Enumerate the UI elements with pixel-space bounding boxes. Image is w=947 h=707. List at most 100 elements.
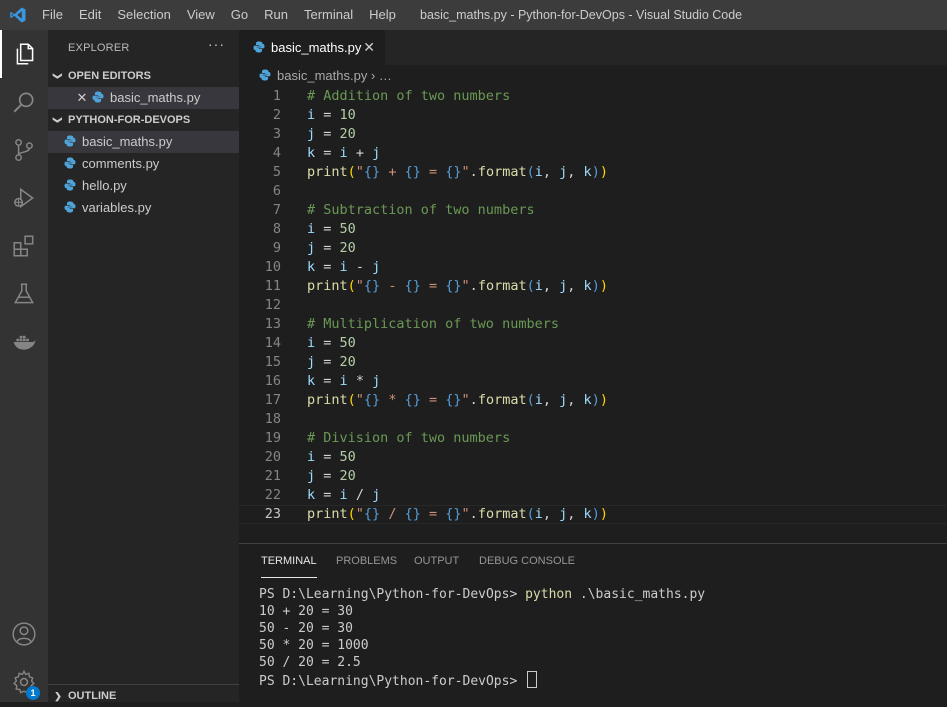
code-number: 50 (339, 335, 356, 351)
tab-label: basic_maths.py (271, 40, 362, 55)
tab-debug-console[interactable]: DEBUG CONSOLE (479, 544, 575, 578)
file-item-comments[interactable]: comments.py (48, 153, 239, 175)
code-line: 9j = 20 (239, 239, 947, 258)
editor-tabs: basic_maths.py ✕ (239, 30, 947, 65)
chevron-right-icon: ❯ (54, 691, 62, 701)
run-debug-icon[interactable] (0, 174, 48, 222)
line-number: 20 (264, 449, 281, 465)
search-icon[interactable] (0, 78, 48, 126)
code-number: 20 (339, 468, 356, 484)
code-line: 18 (239, 410, 947, 429)
file-label: variables.py (82, 200, 152, 215)
tab-terminal[interactable]: TERMINAL (261, 544, 317, 578)
file-item-hello[interactable]: hello.py (48, 175, 239, 197)
outline-label: OUTLINE (68, 690, 117, 702)
file-label: comments.py (82, 156, 160, 171)
line-number: 9 (272, 240, 281, 256)
code-operator: * (355, 373, 364, 389)
close-icon[interactable]: ✕ (74, 87, 90, 109)
line-number: 1 (272, 88, 281, 104)
open-editors-section[interactable]: ❯ OPEN EDITORS (48, 65, 239, 87)
line-number: 4 (272, 145, 281, 161)
code-number: 20 (339, 126, 356, 142)
code-editor[interactable]: 1 # Addition of two numbers 2i = 10 3j = … (239, 87, 947, 527)
terminal-cursor (527, 671, 538, 688)
line-number: 22 (264, 487, 281, 503)
chevron-down-icon: ❯ (53, 72, 63, 80)
code-operator: - (355, 259, 364, 275)
docker-icon[interactable] (0, 318, 48, 366)
tab-output[interactable]: OUTPUT (414, 544, 459, 578)
code-line: 16 k = i * j (239, 372, 947, 391)
testing-icon[interactable] (0, 270, 48, 318)
code-line: 11 print("{} - {} = {}".format(i, j, k)) (239, 277, 947, 296)
terminal-prompt: PS D:\Learning\Python-for-DevOps> (259, 674, 518, 689)
tab-problems[interactable]: PROBLEMS (336, 544, 397, 578)
line-number: 2 (272, 107, 281, 123)
terminal-line: PS D:\Learning\Python-for-DevOps> python… (259, 586, 705, 603)
python-file-icon (64, 198, 76, 213)
file-item-basic-maths[interactable]: basic_maths.py (48, 131, 239, 153)
code-line: 10 k = i - j (239, 258, 947, 277)
close-icon[interactable]: ✕ (363, 30, 375, 65)
line-number: 11 (264, 278, 281, 294)
terminal-input-line[interactable]: PS D:\Learning\Python-for-DevOps> (259, 671, 538, 689)
terminal-command: python (525, 587, 573, 602)
line-number: 21 (264, 468, 281, 484)
python-file-icon (64, 176, 76, 191)
line-number: 3 (272, 126, 281, 142)
python-file-icon (253, 31, 265, 53)
python-file-icon (259, 66, 271, 81)
line-number: 15 (264, 354, 281, 370)
terminal-output-line: 50 / 20 = 2.5 (259, 655, 361, 670)
code-comment: # Addition of two numbers (307, 88, 511, 104)
account-icon[interactable] (0, 610, 48, 658)
code-number: 20 (339, 354, 356, 370)
code-line: 15 j = 20 (239, 353, 947, 372)
breadcrumb-file[interactable]: basic_maths.py (277, 68, 367, 83)
code-operator: / (355, 487, 364, 503)
line-number: 23 (264, 506, 281, 522)
outline-section[interactable]: ❯ OUTLINE (48, 684, 239, 706)
open-editors-label: OPEN EDITORS (68, 70, 151, 82)
settings-gear-icon[interactable]: 1 (0, 658, 48, 706)
source-control-icon[interactable] (0, 126, 48, 174)
code-operator: / (388, 506, 397, 522)
code-line: 13 # Multiplication of two numbers (239, 315, 947, 334)
title-bar: File Edit Selection View Go Run Terminal… (0, 0, 947, 30)
code-line: 4k = i + j (239, 144, 947, 163)
code-line: 12 (239, 296, 947, 315)
python-file-icon (92, 88, 104, 103)
settings-badge: 1 (26, 686, 40, 700)
code-line: 17 print("{} * {} = {}".format(i, j, k)) (239, 391, 947, 410)
line-number: 5 (272, 164, 281, 180)
line-number: 6 (272, 183, 281, 199)
breadcrumb-more[interactable]: … (379, 68, 392, 83)
file-label: hello.py (82, 178, 127, 193)
explorer-icon[interactable] (0, 30, 48, 78)
folder-section[interactable]: ❯ PYTHON-FOR-DEVOPS (48, 109, 239, 131)
file-item-variables[interactable]: variables.py (48, 197, 239, 219)
explorer-sidebar: EXPLORER ··· ❯ OPEN EDITORS ✕ basic_maths.… (48, 30, 239, 702)
chevron-right-icon: › (370, 68, 379, 83)
code-comment: # Subtraction of two numbers (307, 202, 535, 218)
extensions-icon[interactable] (0, 222, 48, 270)
line-number: 14 (264, 335, 281, 351)
line-number: 13 (264, 316, 281, 332)
file-label: basic_maths.py (82, 134, 173, 149)
code-number: 50 (339, 449, 356, 465)
code-operator: + (388, 164, 397, 180)
code-comment: # Multiplication of two numbers (307, 316, 559, 332)
tab-basic-maths[interactable]: basic_maths.py ✕ (239, 30, 385, 65)
current-code-line: 23 print("{} / {} = {}".format(i, j, k)) (239, 505, 947, 524)
line-number: 18 (264, 411, 281, 427)
code-line: 20 i = 50 (239, 448, 947, 467)
open-editor-item[interactable]: ✕ basic_maths.py (48, 87, 239, 109)
more-actions-icon[interactable]: ··· (208, 36, 225, 52)
code-line: 21 j = 20 (239, 467, 947, 486)
line-number: 12 (264, 297, 281, 313)
terminal-output-line: 50 * 20 = 1000 (259, 638, 369, 653)
code-operator: - (388, 278, 397, 294)
python-file-icon (64, 132, 76, 147)
line-number: 8 (272, 221, 281, 237)
